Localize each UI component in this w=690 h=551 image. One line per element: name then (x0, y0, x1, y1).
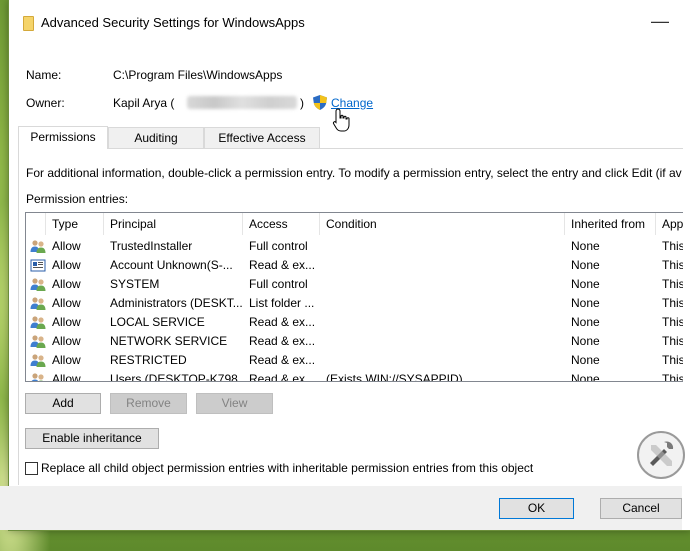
cell-access: Full control (249, 239, 308, 253)
cell-applies-to: This f (662, 277, 683, 291)
column-header-condition[interactable]: Condition (320, 213, 565, 235)
cell-inherited-from: None (571, 239, 600, 253)
cell-applies-to: This f (662, 353, 683, 367)
cell-inherited-from: None (571, 372, 600, 382)
tab-auditing[interactable]: Auditing (108, 127, 204, 148)
unknown-account-icon (30, 259, 46, 272)
cell-access: Read & ex... (249, 334, 316, 348)
permission-row[interactable]: Allow Users (DESKTOP-K798... Read & ex... (… (26, 370, 683, 382)
cell-inherited-from: None (571, 277, 600, 291)
hand-cursor-icon (332, 108, 350, 132)
permission-entries-label: Permission entries: (26, 192, 129, 206)
cell-access: Read & ex... (249, 315, 316, 329)
permission-row[interactable]: Allow SYSTEM Full control None This f (26, 275, 683, 294)
tab-effective-access[interactable]: Effective Access (204, 127, 320, 148)
cell-type: Allow (52, 296, 81, 310)
cell-type: Allow (52, 334, 81, 348)
remove-button[interactable]: Remove (110, 393, 187, 414)
cell-principal: Users (DESKTOP-K798... (110, 372, 248, 382)
permission-row[interactable]: Allow RESTRICTED Read & ex... None This f (26, 351, 683, 370)
permission-row[interactable]: Allow Account Unknown(S-... Read & ex... No… (26, 256, 683, 275)
add-button[interactable]: Add (25, 393, 101, 414)
cell-inherited-from: None (571, 315, 600, 329)
permissions-info-text: For additional information, double-click… (26, 166, 682, 180)
permission-row[interactable]: Allow NETWORK SERVICE Read & ex... None This… (26, 332, 683, 351)
cell-type: Allow (52, 239, 81, 253)
column-header-icon[interactable] (26, 213, 46, 235)
column-header-applies-to[interactable]: Appli (656, 213, 683, 235)
folder-icon (23, 16, 34, 31)
users-icon (30, 354, 46, 367)
ok-button[interactable]: OK (499, 498, 574, 519)
users-icon (30, 297, 46, 310)
column-header-inherited-from[interactable]: Inherited from (565, 213, 656, 235)
replace-child-permissions-label: Replace all child object permission entr… (41, 461, 534, 475)
cell-principal: RESTRICTED (110, 353, 187, 367)
cell-condition: (Exists WIN://SYSAPPID) (326, 372, 463, 382)
cell-type: Allow (52, 372, 81, 382)
cell-access: Full control (249, 277, 308, 291)
view-button[interactable]: View (196, 393, 273, 414)
cell-inherited-from: None (571, 258, 600, 272)
cell-principal: SYSTEM (110, 277, 160, 291)
dialog-footer (0, 486, 682, 530)
cell-principal: LOCAL SERVICE (110, 315, 205, 329)
cell-type: Allow (52, 258, 81, 272)
title-bar[interactable]: Advanced Security Settings for WindowsAp… (9, 0, 690, 45)
uac-shield-icon (313, 95, 327, 110)
tab-permissions[interactable]: Permissions (18, 126, 108, 149)
column-header-principal[interactable]: Principal (104, 213, 243, 235)
cell-type: Allow (52, 277, 81, 291)
name-label: Name: (26, 68, 62, 82)
cell-inherited-from: None (571, 353, 600, 367)
cell-access: Read & ex... (249, 353, 316, 367)
cell-principal: TrustedInstaller (110, 239, 193, 253)
minimize-button[interactable]: — (645, 10, 675, 34)
users-icon (30, 240, 46, 253)
cell-type: Allow (52, 315, 81, 329)
cell-applies-to: This f (662, 315, 683, 329)
cell-type: Allow (52, 353, 81, 367)
column-header-access[interactable]: Access (243, 213, 320, 235)
cell-inherited-from: None (571, 296, 600, 310)
cell-principal: Administrators (DESKT... (110, 296, 243, 310)
permission-entries-list[interactable]: Type Principal Access Condition Inherite… (25, 212, 683, 382)
cell-access: Read & ex... (249, 372, 316, 382)
permission-row[interactable]: Allow LOCAL SERVICE Read & ex... None This f (26, 313, 683, 332)
window-title: Advanced Security Settings for WindowsAp… (41, 15, 305, 30)
owner-close-paren: ) (300, 96, 304, 110)
cell-applies-to: This f (662, 372, 683, 382)
cell-principal: Account Unknown(S-... (110, 258, 233, 272)
enable-inheritance-button[interactable]: Enable inheritance (25, 428, 159, 449)
users-icon (31, 373, 44, 381)
cell-applies-to: This f (662, 296, 683, 310)
cell-applies-to: This f (662, 334, 683, 348)
cell-access: List folder ... (249, 296, 315, 310)
name-value: C:\Program Files\WindowsApps (113, 68, 283, 82)
permission-row[interactable]: Allow Administrators (DESKT... List folder… (26, 294, 683, 313)
cell-inherited-from: None (571, 334, 600, 348)
column-header-type[interactable]: Type (46, 213, 104, 235)
cell-access: Read & ex... (249, 258, 316, 272)
cell-principal: NETWORK SERVICE (110, 334, 228, 348)
cell-applies-to: This f (662, 239, 683, 253)
permission-row[interactable]: Allow TrustedInstaller Full control None Thi… (26, 237, 683, 256)
owner-label: Owner: (26, 96, 65, 110)
site-logo-icon (637, 431, 685, 479)
users-icon (30, 335, 46, 348)
users-icon (30, 316, 46, 329)
redacted-owner-email (187, 96, 297, 109)
cell-applies-to: This f (662, 258, 683, 272)
cancel-button[interactable]: Cancel (600, 498, 682, 519)
users-icon (30, 278, 46, 291)
replace-child-permissions-checkbox[interactable] (25, 462, 38, 475)
owner-value: Kapil Arya ( (113, 96, 175, 110)
